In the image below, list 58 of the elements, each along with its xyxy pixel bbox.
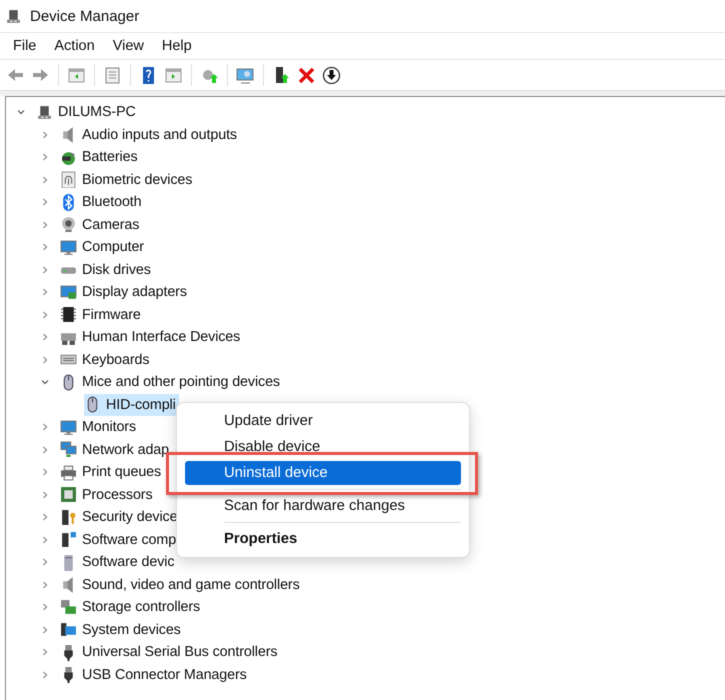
tree-item[interactable]: Monitors xyxy=(60,416,140,438)
tree-item[interactable]: Software devic xyxy=(60,551,178,574)
tree-item[interactable]: Display adapters xyxy=(60,281,190,304)
tree-item[interactable]: HID-compli xyxy=(84,394,179,416)
panel-icon[interactable] xyxy=(67,66,86,84)
delete-icon[interactable] xyxy=(297,66,316,84)
panel-icon[interactable] xyxy=(164,66,183,84)
tree-item[interactable]: Human Interface Devices xyxy=(60,326,244,348)
chip-icon xyxy=(60,306,77,324)
tree-item[interactable]: Software comp xyxy=(60,528,180,551)
tree-item[interactable]: Firmware xyxy=(60,304,144,326)
menu-item[interactable]: Update driver xyxy=(185,409,461,433)
menu-item[interactable]: Help xyxy=(154,36,199,56)
document-icon[interactable] xyxy=(103,66,122,84)
monitor-card-icon xyxy=(60,284,77,301)
tree-item[interactable]: Biometric devices xyxy=(60,168,196,191)
tree-item[interactable]: Print queues xyxy=(60,461,164,484)
tree-item[interactable]: Keyboards xyxy=(60,348,152,371)
network-monitors-icon xyxy=(60,441,77,458)
tower-icon xyxy=(60,531,77,548)
tree-item[interactable]: Storage controllers xyxy=(60,596,204,618)
tree-item[interactable]: Disk drives xyxy=(60,258,154,281)
bluetooth-icon xyxy=(60,194,77,211)
tree-item[interactable]: Universal Serial Bus controllers xyxy=(60,641,280,664)
tree-item[interactable]: Sound, video and game controllers xyxy=(60,574,303,596)
menu-item[interactable]: View xyxy=(106,36,151,56)
tree-item[interactable]: Mice and other pointing devices xyxy=(60,371,283,394)
tree-item[interactable]: Computer xyxy=(60,236,147,258)
tree-item[interactable]: DILUMS-PC xyxy=(36,101,139,124)
processor-icon xyxy=(60,486,77,504)
monitor-icon xyxy=(60,418,77,436)
menu-item[interactable]: Disable device xyxy=(185,435,461,459)
menu-item[interactable]: Action xyxy=(47,36,102,56)
window-title: Device Manager xyxy=(30,8,140,24)
download-icon[interactable] xyxy=(322,66,341,84)
tree-item[interactable]: Batteries xyxy=(60,146,141,168)
system-icon xyxy=(60,621,77,638)
tree-item[interactable]: Bluetooth xyxy=(60,191,145,214)
monitor-icon xyxy=(60,238,77,256)
menu-item[interactable]: Properties xyxy=(185,527,461,551)
computer-icon xyxy=(36,104,53,121)
storage-icon xyxy=(60,598,77,616)
printer-icon xyxy=(60,464,77,481)
menu-item[interactable]: Scan for hardware changes xyxy=(185,494,461,518)
tree-item[interactable]: Network adap xyxy=(60,438,172,461)
menu-item[interactable]: File xyxy=(6,36,44,56)
tree-item[interactable]: USB Connector Managers xyxy=(60,664,250,686)
computer-icon xyxy=(5,8,22,24)
tree-item[interactable]: Audio inputs and outputs xyxy=(60,124,240,146)
tree-item[interactable]: System devices xyxy=(60,618,184,641)
menu-item[interactable]: Uninstall device xyxy=(185,461,461,485)
tree-item[interactable]: Security device xyxy=(60,506,180,528)
monitor-search-icon[interactable] xyxy=(236,66,255,84)
tower-key-icon xyxy=(60,508,77,526)
tree-item[interactable]: Cameras xyxy=(60,214,142,236)
tree-item[interactable]: Processors xyxy=(60,484,156,506)
fingerprint-icon xyxy=(60,171,77,188)
webcam-icon xyxy=(60,216,77,234)
